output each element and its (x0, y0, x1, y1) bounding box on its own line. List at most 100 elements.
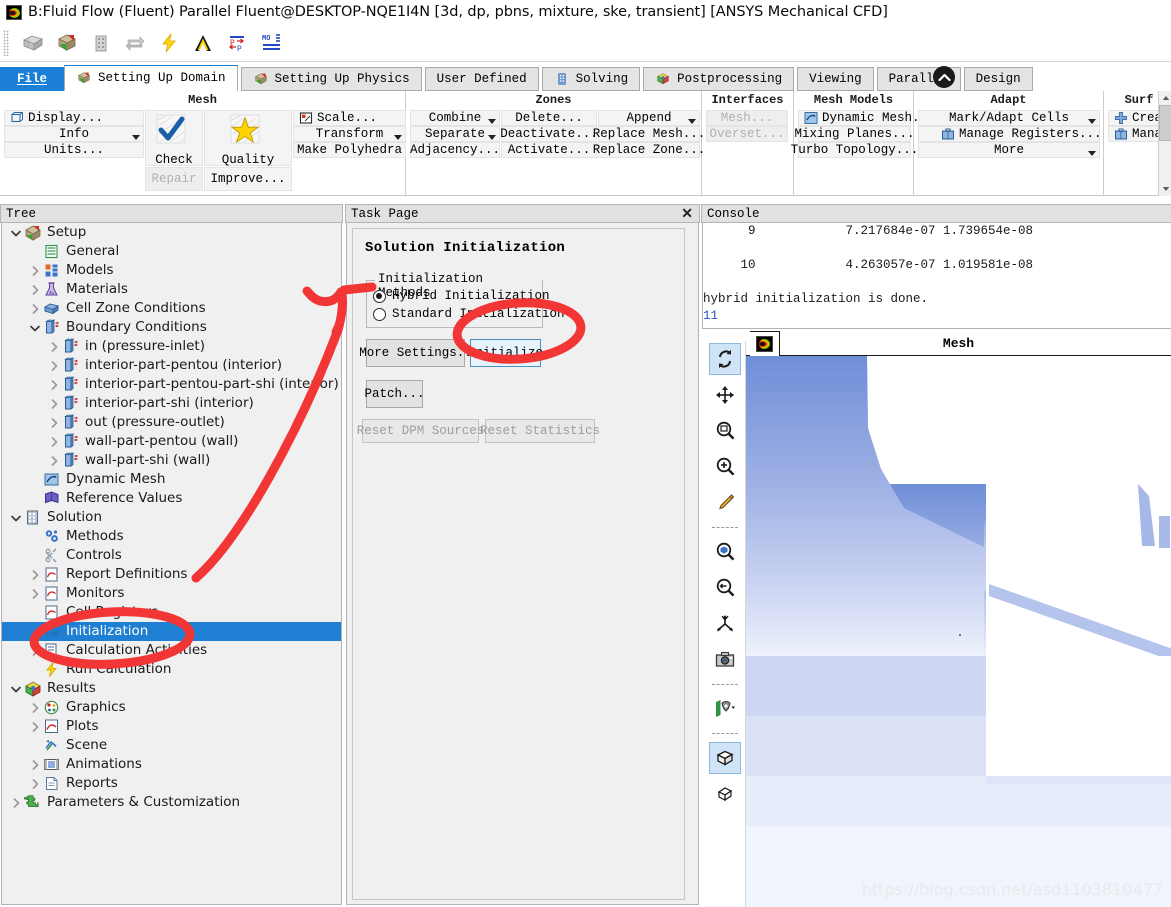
chevron-right-icon[interactable] (27, 261, 43, 280)
chevron-down-icon[interactable] (488, 135, 496, 140)
zones-delete-button[interactable]: Delete... (501, 110, 597, 126)
mesh-improve-button[interactable]: Improve... (204, 167, 292, 191)
ribbon-collapse-button[interactable] (933, 66, 955, 88)
orthographic-box-icon[interactable] (709, 778, 741, 810)
mesh-units-button[interactable]: Units... (4, 142, 144, 158)
zones-adjacency-button[interactable]: Adjacency... (410, 142, 500, 158)
turbo-topology-button[interactable]: Turbo Topology... (791, 142, 918, 158)
chevron-right-icon[interactable] (46, 337, 62, 356)
mesh-repair-button[interactable]: Repair (145, 167, 203, 191)
tree-item-calculation-activities[interactable]: Calculation Activities (2, 641, 341, 660)
zones-combine-button[interactable]: Combine (410, 110, 500, 126)
tree-item-interior-part-pentou-part-shi-interior[interactable]: interior-part-pentou-part-shi (interior) (2, 375, 341, 394)
tree-item-monitors[interactable]: Monitors (2, 584, 341, 603)
zones-replace-zone-button[interactable]: Replace Zone... (593, 142, 705, 158)
tree-item-wall-part-shi-wall[interactable]: wall-part-shi (wall) (2, 451, 341, 470)
chevron-down-icon[interactable] (8, 508, 24, 527)
tree-item-solution[interactable]: Solution (2, 508, 341, 527)
reset-statistics-button[interactable]: Reset Statistics (480, 419, 600, 443)
zones-replace-mesh-button[interactable]: Replace Mesh... (593, 126, 705, 142)
mesh-check-button[interactable]: Check (145, 110, 203, 167)
tab-solving[interactable]: Solving (541, 67, 641, 91)
zoom-in-icon[interactable] (709, 451, 741, 483)
chevron-right-icon[interactable] (27, 584, 43, 603)
radio-hybrid-initialization[interactable]: Hybrid Initialization (373, 289, 550, 303)
mesh-scale-button[interactable]: Scale... (293, 110, 406, 126)
chevron-down-icon[interactable] (132, 135, 140, 140)
close-icon[interactable]: ✕ (681, 205, 693, 222)
tree-item-methods[interactable]: Methods (2, 527, 341, 546)
axis-view-icon[interactable] (709, 608, 741, 640)
radio-standard-initialization[interactable]: Standard Initialization (373, 307, 565, 321)
tab-postprocessing[interactable]: Postprocessing (643, 67, 795, 91)
tab-viewing[interactable]: Viewing (797, 67, 874, 91)
graphics-tab-mesh[interactable] (750, 331, 780, 356)
initialize-button[interactable]: Initialize (468, 339, 543, 367)
refresh-icon[interactable] (118, 27, 152, 59)
lighting-icon[interactable] (709, 693, 741, 725)
tree-item-interior-part-shi-interior[interactable]: interior-part-shi (interior) (2, 394, 341, 413)
zones-deactivate-button[interactable]: Deactivate... (500, 126, 598, 142)
tree-item-dynamic-mesh[interactable]: Dynamic Mesh (2, 470, 341, 489)
tab-design[interactable]: Design (963, 67, 1033, 91)
more-settings-button[interactable]: More Settings.. (359, 339, 472, 367)
chevron-right-icon[interactable] (46, 394, 62, 413)
chevron-down-icon[interactable] (488, 119, 496, 124)
tree-item-general[interactable]: General (2, 242, 341, 261)
mark-adapt-cells-button[interactable]: Mark/Adapt Cells (918, 110, 1100, 126)
mesh-icon[interactable] (16, 27, 50, 59)
tab-setting-up-physics[interactable]: Setting Up Physics (240, 67, 422, 91)
graphics-viewport[interactable]: https://blog.csdn.net/asd1103810477 (746, 356, 1171, 907)
monitors-icon[interactable]: MO (254, 27, 288, 59)
tree-item-report-definitions[interactable]: Report Definitions (2, 565, 341, 584)
interfaces-mesh-button[interactable]: Mesh... (706, 110, 788, 126)
tree-panel[interactable]: Setup General Models Materials Cell Zone Con… (1, 223, 342, 905)
ribbon-scroll-thumb[interactable] (1159, 105, 1171, 141)
chevron-right-icon[interactable] (27, 698, 43, 717)
zones-append-button[interactable]: Append (598, 110, 700, 126)
radio-button-icon[interactable] (373, 307, 386, 321)
tree-item-run-calculation[interactable]: Run Calculation (2, 660, 341, 679)
zoom-box-icon[interactable] (709, 415, 741, 447)
tab-setting-up-domain[interactable]: Setting Up Domain (64, 65, 238, 91)
mixing-planes-button[interactable]: Mixing Planes... (794, 126, 915, 142)
toolbar-drag-handle[interactable] (3, 29, 9, 56)
tree-item-controls[interactable]: Controls (2, 546, 341, 565)
chevron-down-icon[interactable] (1088, 151, 1096, 156)
chevron-down-icon[interactable] (27, 318, 43, 337)
ribbon-scroll-down-button[interactable] (1159, 182, 1171, 196)
console-output[interactable]: 9 7.217684e-07 1.739654e-08 10 4.263057e… (702, 223, 1171, 329)
ansys-icon[interactable] (186, 27, 220, 59)
probe-picker-icon[interactable] (709, 487, 741, 519)
zones-separate-button[interactable]: Separate (410, 126, 500, 142)
tree-item-parameters-customization[interactable]: Parameters & Customization (2, 793, 341, 812)
chevron-down-icon[interactable] (8, 223, 24, 242)
radio-button-icon[interactable] (373, 289, 386, 303)
ribbon-scroll-up-button[interactable] (1159, 91, 1171, 105)
graphics-toolbar[interactable] (704, 341, 746, 907)
tree-item-results[interactable]: Results (2, 679, 341, 698)
dynamic-mesh-button[interactable]: Dynamic Mesh... (798, 110, 935, 126)
mesh-make-polyhedra-button[interactable]: Make Polyhedra (293, 142, 406, 158)
chevron-down-icon[interactable] (1088, 119, 1096, 124)
chevron-right-icon[interactable] (27, 641, 43, 660)
tree-item-setup[interactable]: Setup (2, 223, 341, 242)
chevron-right-icon[interactable] (46, 451, 62, 470)
chevron-down-icon[interactable] (8, 679, 24, 698)
chevron-right-icon[interactable] (27, 565, 43, 584)
tree-item-scene[interactable]: Scene (2, 736, 341, 755)
interfaces-overset-button[interactable]: Overset... (706, 126, 788, 142)
chevron-down-icon[interactable] (394, 135, 402, 140)
mesh-quality-button[interactable]: Quality (204, 110, 292, 167)
tree-item-cell-registers[interactable]: Cell Registers (2, 603, 341, 622)
perspective-box-icon[interactable] (708, 742, 741, 774)
camera-snapshot-icon[interactable] (709, 644, 741, 676)
tree-item-out-pressure-outlet[interactable]: out (pressure-outlet) (2, 413, 341, 432)
zones-activate-button[interactable]: Activate... (501, 142, 597, 158)
reset-dpm-sources-button[interactable]: Reset DPM Sources (357, 419, 484, 443)
tree-item-reference-values[interactable]: Reference Values (2, 489, 341, 508)
tree-item-boundary-conditions[interactable]: Boundary Conditions (2, 318, 341, 337)
run-calculation-icon[interactable] (152, 27, 186, 59)
tree-item-animations[interactable]: Animations (2, 755, 341, 774)
tree-item-in-pressure-inlet[interactable]: in (pressure-inlet) (2, 337, 341, 356)
